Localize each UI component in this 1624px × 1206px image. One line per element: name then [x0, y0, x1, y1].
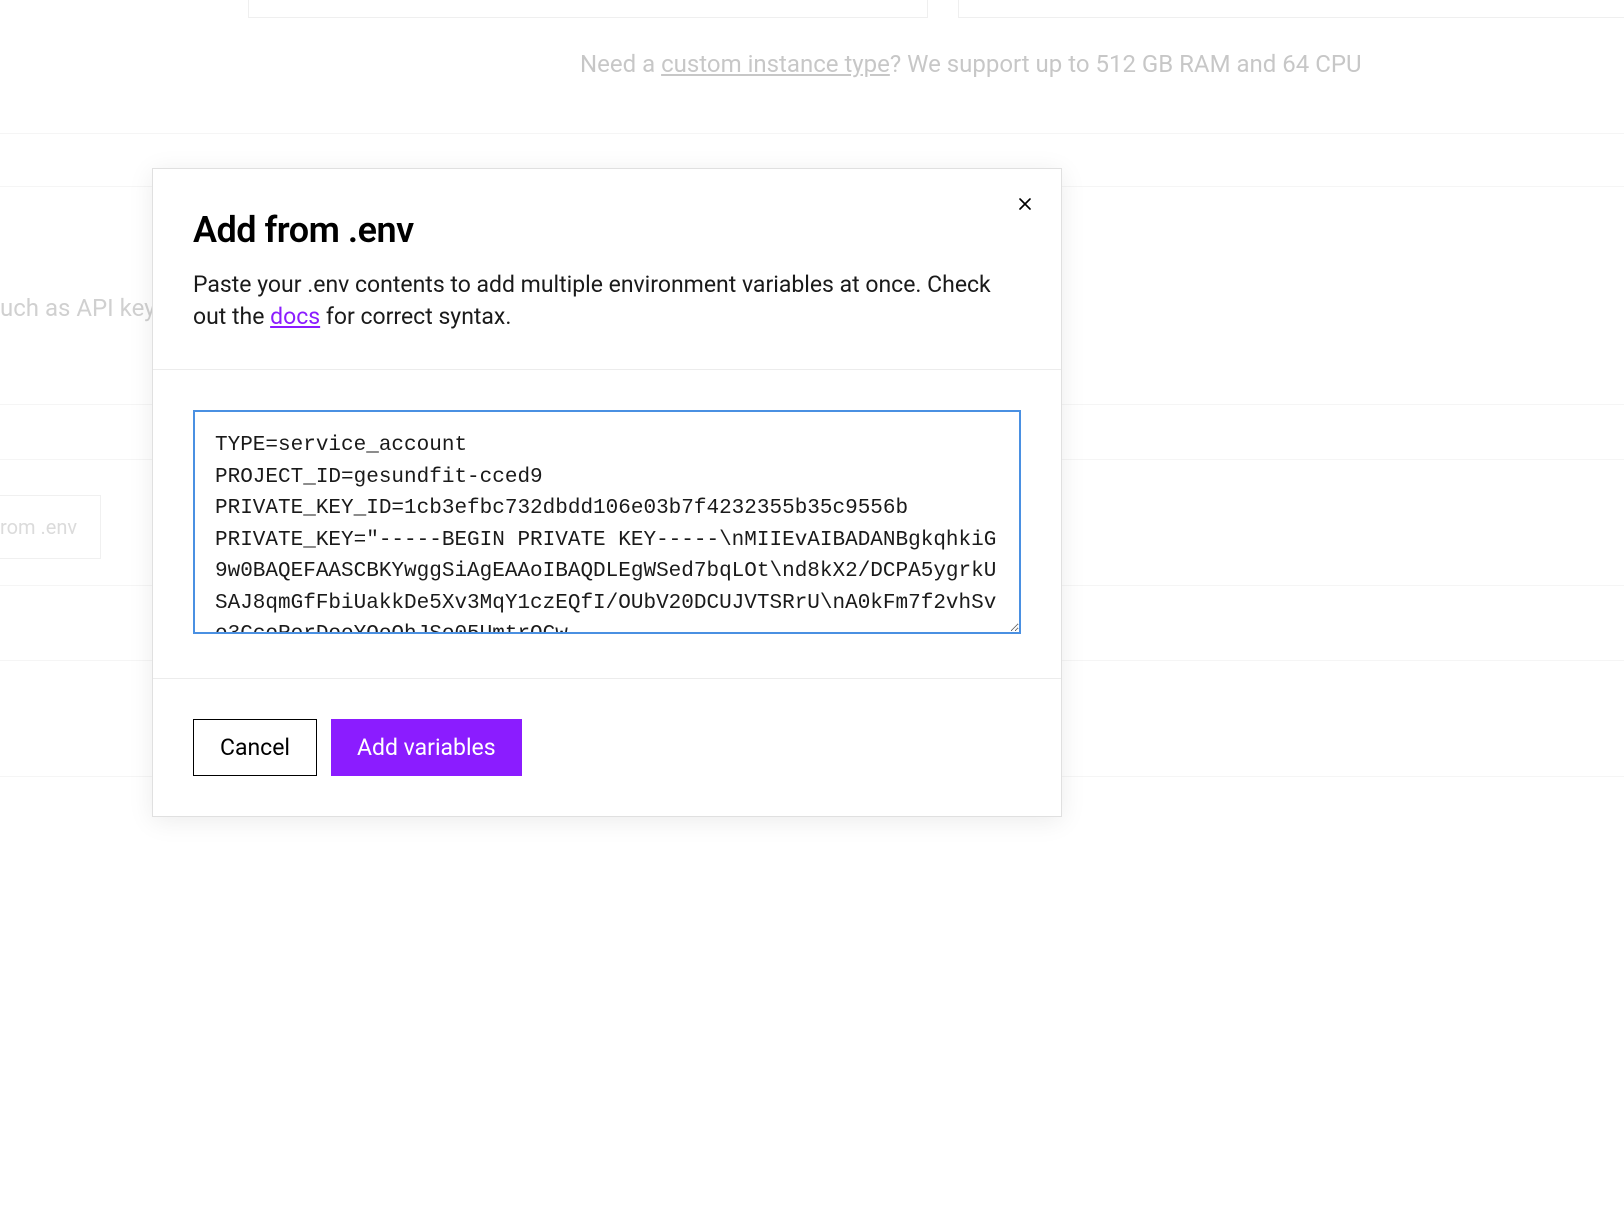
env-textarea[interactable]: [193, 410, 1021, 634]
close-button[interactable]: [1013, 193, 1037, 217]
modal-body: [153, 370, 1061, 679]
modal-title: Add from .env: [193, 209, 1021, 251]
modal-footer: Cancel Add variables: [153, 679, 1061, 816]
docs-link[interactable]: docs: [270, 303, 320, 330]
add-env-modal: Add from .env Paste your .env contents t…: [152, 168, 1062, 817]
add-variables-button[interactable]: Add variables: [331, 719, 522, 776]
cancel-button[interactable]: Cancel: [193, 719, 317, 776]
description-suffix: for correct syntax.: [320, 303, 511, 330]
modal-description: Paste your .env contents to add multiple…: [193, 269, 1021, 333]
close-icon: [1015, 202, 1035, 217]
modal-header: Add from .env Paste your .env contents t…: [153, 169, 1061, 370]
